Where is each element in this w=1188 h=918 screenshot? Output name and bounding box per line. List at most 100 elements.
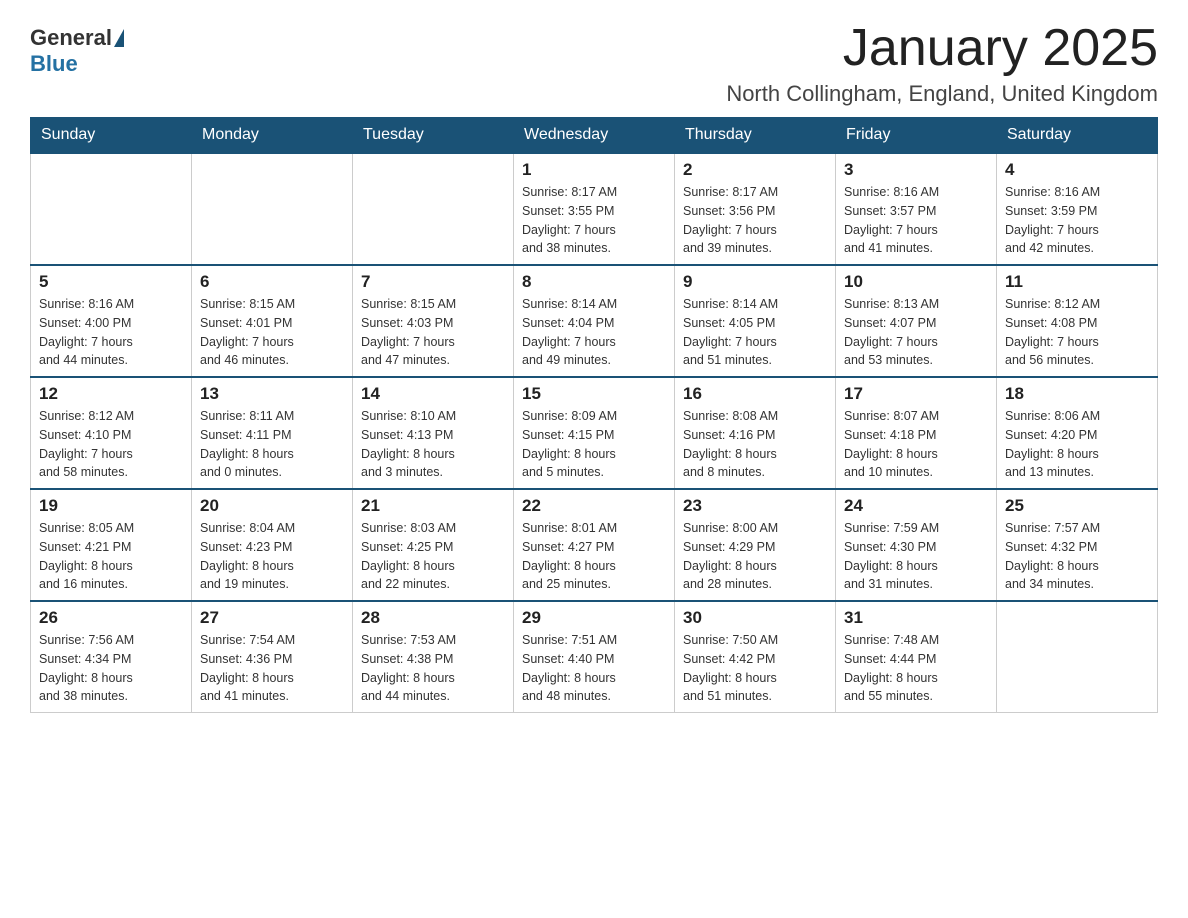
week-row-4: 19Sunrise: 8:05 AMSunset: 4:21 PMDayligh… <box>31 489 1158 601</box>
day-number: 2 <box>683 160 827 180</box>
day-number: 16 <box>683 384 827 404</box>
day-info: Sunrise: 7:53 AMSunset: 4:38 PMDaylight:… <box>361 631 505 706</box>
week-row-3: 12 Sunrise: 8:12 AMSunset: 4:10 PMDayligh… <box>31 377 1158 489</box>
day-info: Sunrise: 8:16 AMSunset: 3:59 PMDaylight:… <box>1005 183 1149 258</box>
cell-w1-d5: 2 Sunrise: 8:17 AMSunset: 3:56 PMDaylight… <box>675 153 836 265</box>
day-info: Sunrise: 8:13 AMSunset: 4:07 PMDaylight:… <box>844 295 988 370</box>
day-number: 12 <box>39 384 183 404</box>
page-header: General Blue January 2025 North Collingh… <box>30 20 1158 107</box>
cell-w5-d6: 31Sunrise: 7:48 AMSunset: 4:44 PMDayligh… <box>836 601 997 713</box>
day-number: 15 <box>522 384 666 404</box>
cell-w3-d3: 14Sunrise: 8:10 AMSunset: 4:13 PMDayligh… <box>353 377 514 489</box>
day-info: Sunrise: 8:04 AMSunset: 4:23 PMDaylight:… <box>200 519 344 594</box>
cell-w5-d5: 30 Sunrise: 7:50 AMSunset: 4:42 PMDayligh… <box>675 601 836 713</box>
day-info: Sunrise: 8:09 AMSunset: 4:15 PMDaylight:… <box>522 407 666 482</box>
cell-w5-d1: 26 Sunrise: 7:56 AMSunset: 4:34 PMDayligh… <box>31 601 192 713</box>
cell-w1-d1 <box>31 153 192 265</box>
cell-w2-d6: 10 Sunrise: 8:13 AMSunset: 4:07 PMDayligh… <box>836 265 997 377</box>
day-number: 20 <box>200 496 344 516</box>
cell-w3-d4: 15 Sunrise: 8:09 AMSunset: 4:15 PMDayligh… <box>514 377 675 489</box>
day-info: Sunrise: 8:12 AMSunset: 4:10 PMDaylight:… <box>39 407 183 482</box>
day-number: 1 <box>522 160 666 180</box>
day-number: 19 <box>39 496 183 516</box>
cell-w3-d5: 16 Sunrise: 8:08 AMSunset: 4:16 PMDayligh… <box>675 377 836 489</box>
day-info: Sunrise: 8:07 AMSunset: 4:18 PMDaylight:… <box>844 407 988 482</box>
day-number: 21 <box>361 496 505 516</box>
logo-blue-label: Blue <box>30 51 78 77</box>
cell-w4-d1: 19Sunrise: 8:05 AMSunset: 4:21 PMDayligh… <box>31 489 192 601</box>
day-info: Sunrise: 8:17 AMSunset: 3:55 PMDaylight:… <box>522 183 666 258</box>
day-info: Sunrise: 8:11 AMSunset: 4:11 PMDaylight:… <box>200 407 344 482</box>
day-number: 26 <box>39 608 183 628</box>
day-number: 30 <box>683 608 827 628</box>
logo: General Blue <box>30 20 124 77</box>
col-wednesday: Wednesday <box>514 118 675 154</box>
day-info: Sunrise: 8:17 AMSunset: 3:56 PMDaylight:… <box>683 183 827 258</box>
day-info: Sunrise: 7:56 AMSunset: 4:34 PMDaylight:… <box>39 631 183 706</box>
day-info: Sunrise: 8:08 AMSunset: 4:16 PMDaylight:… <box>683 407 827 482</box>
day-number: 23 <box>683 496 827 516</box>
col-monday: Monday <box>192 118 353 154</box>
calendar-title: January 2025 <box>726 20 1158 77</box>
week-row-2: 5 Sunrise: 8:16 AMSunset: 4:00 PMDaylight… <box>31 265 1158 377</box>
day-info: Sunrise: 7:59 AMSunset: 4:30 PMDaylight:… <box>844 519 988 594</box>
col-sunday: Sunday <box>31 118 192 154</box>
cell-w2-d2: 6Sunrise: 8:15 AMSunset: 4:01 PMDaylight… <box>192 265 353 377</box>
title-area: January 2025 North Collingham, England, … <box>726 20 1158 107</box>
day-info: Sunrise: 7:57 AMSunset: 4:32 PMDaylight:… <box>1005 519 1149 594</box>
cell-w5-d2: 27Sunrise: 7:54 AMSunset: 4:36 PMDayligh… <box>192 601 353 713</box>
day-number: 11 <box>1005 272 1149 292</box>
cell-w4-d6: 24Sunrise: 7:59 AMSunset: 4:30 PMDayligh… <box>836 489 997 601</box>
day-number: 28 <box>361 608 505 628</box>
day-number: 5 <box>39 272 183 292</box>
cell-w2-d5: 9 Sunrise: 8:14 AMSunset: 4:05 PMDaylight… <box>675 265 836 377</box>
logo-general-label: General <box>30 25 112 51</box>
logo-general-text: General <box>30 25 124 51</box>
day-info: Sunrise: 7:50 AMSunset: 4:42 PMDaylight:… <box>683 631 827 706</box>
day-info: Sunrise: 8:14 AMSunset: 4:05 PMDaylight:… <box>683 295 827 370</box>
day-number: 9 <box>683 272 827 292</box>
cell-w4-d5: 23 Sunrise: 8:00 AMSunset: 4:29 PMDayligh… <box>675 489 836 601</box>
calendar-header-row: Sunday Monday Tuesday Wednesday Thursday… <box>31 118 1158 154</box>
day-info: Sunrise: 8:15 AMSunset: 4:01 PMDaylight:… <box>200 295 344 370</box>
cell-w2-d7: 11Sunrise: 8:12 AMSunset: 4:08 PMDayligh… <box>997 265 1158 377</box>
cell-w1-d7: 4 Sunrise: 8:16 AMSunset: 3:59 PMDaylight… <box>997 153 1158 265</box>
day-info: Sunrise: 8:10 AMSunset: 4:13 PMDaylight:… <box>361 407 505 482</box>
cell-w4-d4: 22Sunrise: 8:01 AMSunset: 4:27 PMDayligh… <box>514 489 675 601</box>
cell-w3-d1: 12 Sunrise: 8:12 AMSunset: 4:10 PMDayligh… <box>31 377 192 489</box>
day-number: 3 <box>844 160 988 180</box>
logo-triangle-icon <box>114 29 124 47</box>
day-number: 13 <box>200 384 344 404</box>
day-info: Sunrise: 8:01 AMSunset: 4:27 PMDaylight:… <box>522 519 666 594</box>
day-number: 25 <box>1005 496 1149 516</box>
day-number: 31 <box>844 608 988 628</box>
cell-w5-d7 <box>997 601 1158 713</box>
day-info: Sunrise: 8:06 AMSunset: 4:20 PMDaylight:… <box>1005 407 1149 482</box>
cell-w4-d2: 20 Sunrise: 8:04 AMSunset: 4:23 PMDayligh… <box>192 489 353 601</box>
day-number: 4 <box>1005 160 1149 180</box>
day-info: Sunrise: 8:16 AMSunset: 4:00 PMDaylight:… <box>39 295 183 370</box>
cell-w3-d2: 13 Sunrise: 8:11 AMSunset: 4:11 PMDayligh… <box>192 377 353 489</box>
day-info: Sunrise: 8:15 AMSunset: 4:03 PMDaylight:… <box>361 295 505 370</box>
cell-w4-d3: 21 Sunrise: 8:03 AMSunset: 4:25 PMDayligh… <box>353 489 514 601</box>
col-thursday: Thursday <box>675 118 836 154</box>
day-number: 18 <box>1005 384 1149 404</box>
day-number: 29 <box>522 608 666 628</box>
cell-w1-d3 <box>353 153 514 265</box>
cell-w2-d4: 8Sunrise: 8:14 AMSunset: 4:04 PMDaylight… <box>514 265 675 377</box>
calendar-subtitle: North Collingham, England, United Kingdo… <box>726 81 1158 107</box>
cell-w2-d1: 5 Sunrise: 8:16 AMSunset: 4:00 PMDaylight… <box>31 265 192 377</box>
col-tuesday: Tuesday <box>353 118 514 154</box>
cell-w5-d3: 28 Sunrise: 7:53 AMSunset: 4:38 PMDayligh… <box>353 601 514 713</box>
col-friday: Friday <box>836 118 997 154</box>
day-info: Sunrise: 8:03 AMSunset: 4:25 PMDaylight:… <box>361 519 505 594</box>
day-info: Sunrise: 8:16 AMSunset: 3:57 PMDaylight:… <box>844 183 988 258</box>
calendar-table: Sunday Monday Tuesday Wednesday Thursday… <box>30 117 1158 713</box>
week-row-1: 1 Sunrise: 8:17 AMSunset: 3:55 PMDaylight… <box>31 153 1158 265</box>
day-info: Sunrise: 7:54 AMSunset: 4:36 PMDaylight:… <box>200 631 344 706</box>
day-info: Sunrise: 8:00 AMSunset: 4:29 PMDaylight:… <box>683 519 827 594</box>
day-number: 10 <box>844 272 988 292</box>
cell-w1-d4: 1 Sunrise: 8:17 AMSunset: 3:55 PMDaylight… <box>514 153 675 265</box>
cell-w1-d2 <box>192 153 353 265</box>
col-saturday: Saturday <box>997 118 1158 154</box>
